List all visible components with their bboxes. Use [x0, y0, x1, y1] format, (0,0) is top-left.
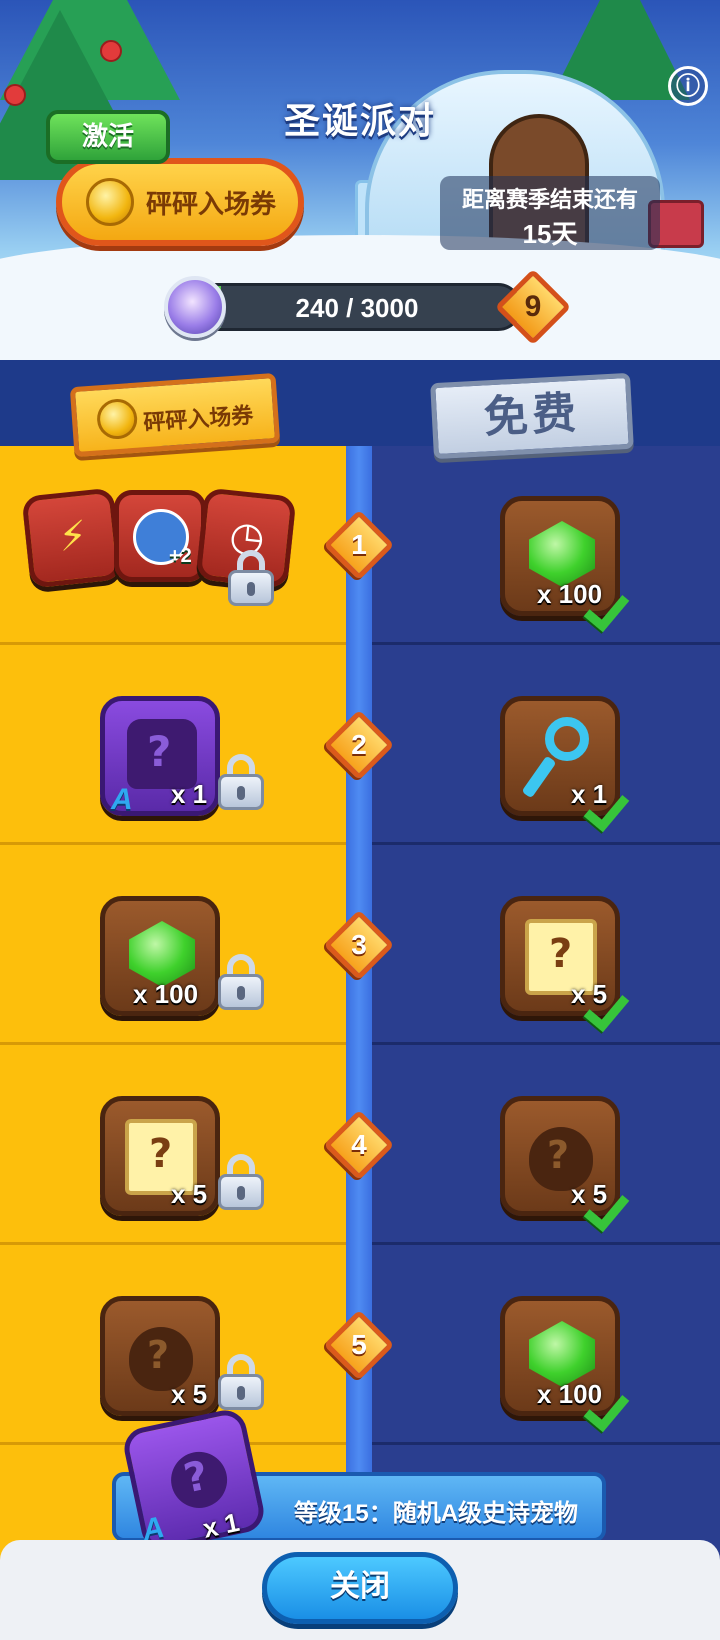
- free-track-header: 免费: [430, 372, 634, 460]
- xp-orb-icon: [164, 276, 226, 338]
- xp-progress-text: 240 / 3000: [295, 293, 419, 323]
- level-badge: 2: [322, 708, 396, 782]
- trophy-icon: [95, 397, 139, 441]
- level-number: 1: [351, 529, 367, 560]
- level-number: 2: [351, 729, 367, 760]
- level-badge: 4: [322, 1108, 396, 1182]
- premium-reward-card[interactable]: ⚡: [21, 487, 123, 589]
- season-countdown-label: 距离赛季结束还有: [461, 187, 638, 212]
- level-number: 5: [351, 1329, 367, 1360]
- close-button[interactable]: 关闭: [262, 1552, 458, 1624]
- premium-reward-card[interactable]: ? x 5: [100, 1096, 220, 1216]
- trophy-icon: [86, 178, 134, 226]
- key-stem-icon: [521, 755, 557, 799]
- green-gem-icon: [129, 921, 195, 987]
- info-icon[interactable]: ⓘ: [668, 66, 708, 106]
- question-mark-icon: ?: [149, 1131, 173, 1177]
- milestone-reward-card[interactable]: ? A x 1: [120, 1406, 268, 1554]
- pass-ticket-label: 砰砰入场券: [146, 189, 277, 219]
- upgrade-amount: +2: [169, 545, 192, 567]
- claimed-check-icon: [586, 994, 630, 1024]
- claimed-check-icon: [586, 1394, 630, 1424]
- premium-reward-card[interactable]: +2: [114, 490, 206, 582]
- reward-row-2: ? A x 1 2 x 1: [0, 646, 720, 846]
- ornament-decoration: [100, 40, 122, 62]
- level-badge: 5: [322, 1308, 396, 1382]
- claimed-check-icon: [586, 1194, 630, 1224]
- level-badge: 1: [322, 508, 396, 582]
- premium-reward-card[interactable]: x 100: [100, 896, 220, 1016]
- season-countdown-days: 15天: [522, 219, 578, 249]
- pass-ticket-button[interactable]: 砰砰入场券: [56, 158, 304, 246]
- level-number: 4: [351, 1129, 367, 1160]
- reward-row-4: ? x 5 4 ? x 5: [0, 1046, 720, 1246]
- reward-row-3: x 100 3 ? x 5: [0, 846, 720, 1046]
- free-track-label: 免费: [482, 388, 582, 443]
- xp-progress-bar: 240 / 3000: [192, 283, 522, 331]
- mystery-pet-paw-icon: ?: [165, 1446, 233, 1514]
- green-gem-icon: [529, 521, 595, 587]
- claimed-check-icon: [586, 594, 630, 624]
- question-mark-icon: ?: [147, 1333, 170, 1377]
- lock-icon: [218, 1154, 264, 1210]
- green-gem-icon: [529, 1321, 595, 1387]
- lock-icon: [218, 954, 264, 1010]
- reward-quantity: x 5: [171, 1179, 208, 1209]
- reward-row-5: ? x 5 5 x 100: [0, 1246, 720, 1446]
- reward-quantity: x 100: [133, 979, 199, 1009]
- grade-badge: A: [111, 783, 133, 816]
- reward-track[interactable]: ⚡ +2 ◷ 1 x 100 ? A x 1 2 x 1 x 100 3 ? x…: [0, 446, 720, 1566]
- premium-track-header: 砰砰入场券: [69, 372, 281, 458]
- premium-reward-card[interactable]: ? x 5: [100, 1296, 220, 1416]
- level-number: 3: [351, 929, 367, 960]
- question-mark-icon: ?: [547, 1133, 570, 1177]
- question-mark-icon: ?: [147, 727, 172, 776]
- key-icon: [545, 717, 589, 761]
- current-level-badge: 9: [494, 268, 572, 346]
- claimed-check-icon: [586, 794, 630, 824]
- activate-button[interactable]: 激活: [46, 110, 170, 164]
- question-mark-icon: ?: [549, 931, 573, 977]
- reward-quantity: x 5: [171, 1379, 208, 1409]
- lock-icon: [218, 754, 264, 810]
- lock-icon: [218, 1354, 264, 1410]
- reward-row-1: ⚡ +2 ◷ 1 x 100: [0, 446, 720, 646]
- premium-reward-card[interactable]: ? A x 1: [100, 696, 220, 816]
- lightning-boost-icon: ⚡: [56, 513, 90, 561]
- season-countdown: 距离赛季结束还有 15天: [440, 176, 660, 250]
- reward-quantity: x 1: [171, 779, 208, 809]
- lock-icon: [228, 550, 274, 606]
- milestone-reward-label: 等级15：随机A级史诗宠物: [294, 1500, 579, 1527]
- current-level-number: 9: [524, 290, 542, 323]
- footer-bar: 关闭: [0, 1540, 720, 1640]
- level-badge: 3: [322, 908, 396, 982]
- premium-track-label: 砰砰入场券: [142, 402, 255, 436]
- question-mark-icon: ?: [179, 1452, 213, 1503]
